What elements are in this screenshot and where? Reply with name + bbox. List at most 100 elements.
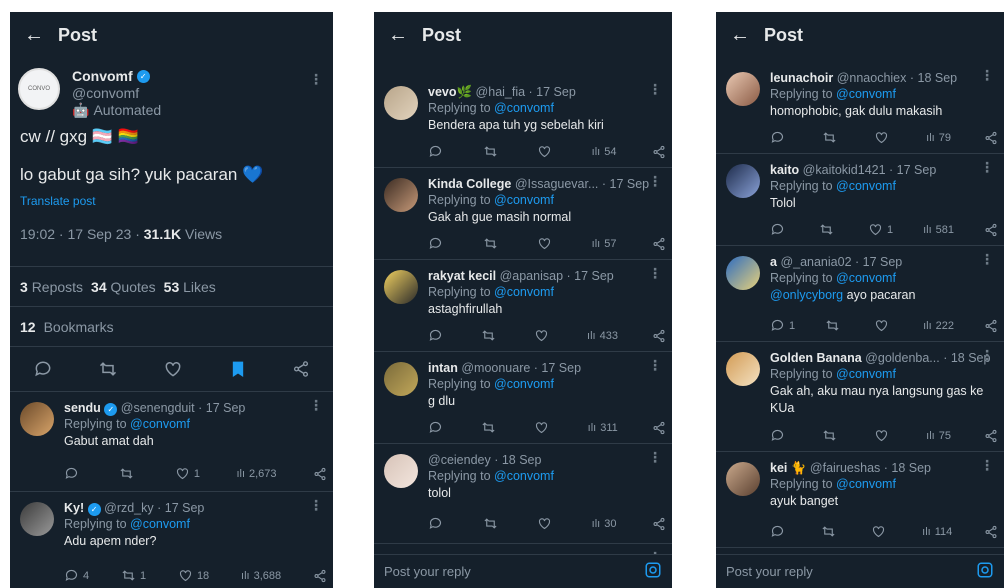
avatar[interactable] — [20, 502, 54, 536]
reply-author[interactable]: leunachoir — [770, 71, 833, 85]
reply-tweet[interactable]: Ky! ✓ @rzd_ky · 17 Sep Replying to @conv… — [10, 492, 333, 588]
reply-input[interactable]: Post your reply — [726, 564, 813, 579]
reply-tweet[interactable]: kaito @kaitokid1421 · 17 Sep Replying to … — [716, 154, 1004, 246]
views-button[interactable]: ılı 30 — [592, 518, 617, 530]
share-button[interactable] — [984, 319, 998, 333]
bookmark-icon[interactable] — [229, 359, 247, 379]
repost-button[interactable] — [483, 516, 502, 531]
likes-stat[interactable]: 53 Likes — [164, 279, 216, 295]
more-options-icon[interactable]: ⋮ — [648, 174, 662, 188]
reply-author[interactable]: Ky! — [64, 501, 84, 515]
reply-button[interactable] — [428, 144, 447, 159]
back-arrow-icon[interactable]: ← — [374, 24, 422, 47]
avatar[interactable] — [726, 164, 760, 198]
repost-button[interactable] — [822, 428, 841, 443]
reply-tweet[interactable]: intan @moonuare · 17 Sep Replying to @con… — [374, 352, 672, 444]
reply-author[interactable]: Golden Banana — [770, 351, 862, 365]
more-options-icon[interactable]: ⋮ — [980, 68, 994, 82]
more-options-icon[interactable]: ⋮ — [648, 82, 662, 96]
like-button[interactable] — [871, 524, 890, 539]
reply-composer[interactable]: Post your reply — [374, 554, 672, 588]
avatar[interactable] — [384, 270, 418, 304]
share-button[interactable] — [984, 223, 998, 237]
back-arrow-icon[interactable]: ← — [716, 24, 764, 47]
reply-author[interactable]: sendu — [64, 401, 101, 415]
reply-button[interactable] — [428, 420, 447, 435]
reply-button[interactable] — [770, 524, 789, 539]
bookmarks-stat[interactable]: 12 Bookmarks — [10, 306, 333, 346]
share-button[interactable] — [652, 145, 666, 159]
like-button[interactable] — [534, 420, 553, 435]
repost-button[interactable] — [483, 236, 502, 251]
share-button[interactable] — [984, 525, 998, 539]
more-options-icon[interactable]: ⋮ — [980, 348, 994, 362]
reply-tweet[interactable]: kei 🐈 @fairueshas · 18 Sep Replying to @c… — [716, 452, 1004, 548]
views-button[interactable]: ılı 79 — [926, 132, 951, 144]
avatar[interactable] — [726, 72, 760, 106]
like-button[interactable] — [874, 130, 893, 145]
views-button[interactable]: ılı 54 — [592, 146, 617, 158]
reply-tweet[interactable]: vevo🌿 @hai_fia · 17 Sep Replying to @conv… — [374, 76, 672, 168]
reply-button[interactable] — [428, 516, 447, 531]
author-handle[interactable]: @convomf — [72, 85, 161, 102]
avatar[interactable] — [20, 402, 54, 436]
avatar[interactable]: CONVO — [18, 68, 60, 110]
back-arrow-icon[interactable]: ← — [10, 24, 58, 47]
more-options-icon[interactable]: ⋮ — [980, 252, 994, 266]
reply-button[interactable] — [64, 466, 83, 481]
views-button[interactable]: ılı 433 — [587, 330, 618, 342]
more-options-icon[interactable]: ⋮ — [309, 72, 323, 86]
reply-author[interactable]: intan — [428, 361, 458, 375]
reply-input[interactable]: Post your reply — [384, 564, 471, 579]
share-button[interactable] — [313, 467, 327, 481]
more-options-icon[interactable]: ⋮ — [648, 450, 662, 464]
repost-button[interactable] — [119, 466, 138, 481]
share-button[interactable] — [313, 569, 327, 583]
replying-to-link[interactable]: @convomf — [836, 477, 896, 491]
share-button[interactable] — [984, 429, 998, 443]
reply-icon[interactable] — [33, 359, 53, 379]
share-button[interactable] — [652, 329, 666, 343]
views-button[interactable]: ılı 311 — [588, 422, 618, 434]
share-button[interactable] — [652, 237, 666, 251]
replying-to-link[interactable]: @convomf — [836, 271, 896, 285]
avatar[interactable] — [384, 86, 418, 120]
replying-to-link[interactable]: @convomf — [130, 517, 190, 531]
reply-author[interactable]: a — [770, 255, 777, 269]
reply-tweet[interactable]: leunachoir @nnaochiex · 18 Sep Replying t… — [716, 62, 1004, 154]
repost-button[interactable] — [821, 524, 840, 539]
replying-to-link[interactable]: @convomf — [494, 377, 554, 391]
like-button[interactable]: 1 — [868, 222, 893, 237]
replying-to-link[interactable]: @convomf — [494, 101, 554, 115]
more-options-icon[interactable]: ⋮ — [309, 498, 323, 512]
reply-author[interactable]: vevo🌿 — [428, 85, 472, 99]
repost-button[interactable]: 1 — [121, 568, 146, 583]
views-button[interactable]: ılı 75 — [926, 430, 951, 442]
share-button[interactable] — [652, 517, 666, 531]
like-button[interactable] — [537, 144, 556, 159]
repost-button[interactable] — [481, 328, 500, 343]
reply-tweet[interactable]: Kinda College @Issaguevar... · 17 Sep Rep… — [374, 168, 672, 260]
quotes-stat[interactable]: 34 Quotes — [91, 279, 156, 295]
avatar[interactable] — [726, 352, 760, 386]
repost-icon[interactable] — [98, 359, 118, 379]
reply-author[interactable]: Kinda College — [428, 177, 511, 191]
more-options-icon[interactable]: ⋮ — [648, 266, 662, 280]
reply-button[interactable] — [428, 236, 447, 251]
views-button[interactable]: ılı 581 — [923, 224, 954, 236]
reply-author[interactable]: kei 🐈 — [770, 461, 806, 475]
reply-button[interactable]: 4 — [64, 568, 89, 583]
share-icon[interactable] — [292, 360, 310, 378]
replying-to-link[interactable]: @convomf — [494, 469, 554, 483]
like-icon[interactable] — [163, 359, 183, 379]
more-options-icon[interactable]: ⋮ — [648, 358, 662, 372]
reply-tweet[interactable]: a @_anania02 · 17 Sep Replying to @convom… — [716, 246, 1004, 342]
repost-button[interactable] — [819, 222, 838, 237]
replying-to-link[interactable]: @convomf — [836, 87, 896, 101]
like-button[interactable] — [534, 328, 553, 343]
translate-post-link[interactable]: Translate post — [10, 194, 333, 208]
like-button[interactable] — [537, 236, 556, 251]
replying-to-link[interactable]: @convomf — [494, 193, 554, 207]
reposts-stat[interactable]: 3 Reposts — [20, 279, 83, 295]
views-button[interactable]: ılı 114 — [922, 526, 952, 538]
